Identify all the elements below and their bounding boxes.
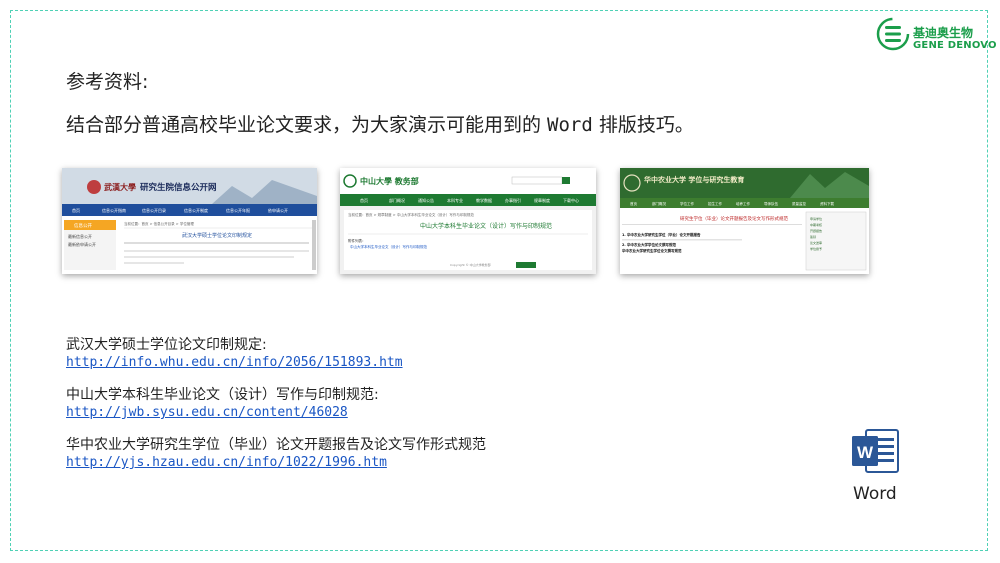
thumb2-site-name: 中山大學 教务部: [360, 176, 419, 186]
reference-title: 中山大学本科生毕业论文（设计）写作与印制规范:: [66, 387, 379, 403]
svg-text:华中农业大学研究生学位论文撰写规范: 华中农业大学研究生学位论文撰写规范: [622, 248, 682, 253]
reference-link[interactable]: http://jwb.sysu.edu.cn/content/46028: [66, 404, 486, 421]
svg-text:当前位置：首页 > 规章制度 > 中山大学本科生毕业论文（设: 当前位置：首页 > 规章制度 > 中山大学本科生毕业论文（设计）写作与印制规范: [348, 212, 474, 217]
svg-text:资料下载: 资料下载: [820, 201, 834, 206]
thumb3-doc-title: 研究生学位（毕业）论文开题报告及论文写作形式规范: [680, 215, 788, 222]
thumbnail-hzau: 华中农业大学 学位与研究生教育 首页 部门概况 学位工作 招生工作 培养工作 导师队伍 …: [620, 168, 869, 274]
sysu-menu-item: 规章制度: [534, 197, 550, 203]
svg-text:Copyright © 中山大学教务部: Copyright © 中山大学教务部: [450, 262, 491, 267]
svg-text:开题报告: 开题报告: [810, 228, 822, 233]
intro-text: 结合部分普通高校毕业论文要求，为大家演示可能用到的 Word 排版技巧。: [66, 110, 694, 137]
svg-text:信息公开制度: 信息公开制度: [184, 207, 208, 213]
sysu-menu-item: 首页: [360, 197, 368, 203]
reference-title: 华中农业大学研究生学位（毕业）论文开题报告及论文写作形式规范: [66, 437, 486, 453]
logo-chinese-name: 基迪奥生物: [913, 26, 974, 40]
thumb1-site-name: 研究生院信息公开网: [140, 182, 217, 193]
svg-text:信息公开年报: 信息公开年报: [226, 207, 250, 213]
thumb2-doc-title: 中山大学本科生毕业论文（设计）写作与印制规范: [420, 222, 552, 230]
svg-text:招生工作: 招生工作: [708, 201, 722, 206]
sysu-menu-item: 教学数据: [476, 197, 492, 203]
reference-item: 武汉大学硕士学位论文印制规定: http://info.whu.edu.cn/i…: [66, 336, 486, 371]
word-label: Word: [853, 484, 897, 504]
svg-text:信息公开: 信息公开: [74, 222, 92, 229]
sysu-menu-item: 通知公告: [418, 197, 434, 203]
intro-text-before: 结合部分普通高校毕业论文要求，为大家演示可能用到的: [66, 114, 548, 136]
svg-text:首页: 首页: [72, 207, 80, 213]
thumb3-site-name: 华中农业大学 学位与研究生教育: [644, 175, 744, 184]
svg-text:学位授予: 学位授予: [810, 246, 822, 251]
svg-text:质量监控: 质量监控: [792, 201, 806, 206]
svg-text:当前位置：首页 > 信息公开目录 > 学位管理: 当前位置：首页 > 信息公开目录 > 学位管理: [124, 221, 194, 226]
svg-text:最新依申请公开: 最新依申请公开: [68, 241, 96, 247]
word-icon-letter: W: [857, 443, 874, 462]
svg-text:学位工作: 学位工作: [680, 201, 694, 206]
sysu-menu-item: 部门概况: [389, 197, 405, 203]
svg-text:论文送审: 论文送审: [810, 240, 822, 245]
logo-english-name: GENE DENOVO: [913, 40, 997, 51]
sysu-menu-item: 下载中心: [563, 197, 579, 203]
svg-text:中山大学本科生毕业论文（设计）写作与印制规范: 中山大学本科生毕业论文（设计）写作与印制规范: [350, 244, 427, 249]
whu-logo-text: 武漢大學: [104, 182, 136, 192]
intro-text-after: 排版技巧。: [592, 114, 694, 136]
gene-denovo-logo-icon: [876, 17, 910, 51]
svg-text:1. 华中农业大学研究生学位（毕业）论文开题报告: 1. 华中农业大学研究生学位（毕业）论文开题报告: [622, 232, 701, 237]
thumbnail-sysu: 中山大學 教务部 首页 部门概况 通知公告 本科专业 教学数据 办事指引 规章制度 下载中心 …: [340, 168, 596, 274]
reference-link[interactable]: http://info.whu.edu.cn/info/2056/151893.…: [66, 354, 486, 371]
sysu-menu-item: 本科专业: [447, 197, 463, 203]
thumbnail-whu: 武漢大學 研究生院信息公开网 首页 信息公开指南 信息公开目录 信息公开制度 信息公开…: [62, 168, 317, 274]
svg-text:申请学位: 申请学位: [810, 216, 822, 221]
sysu-menu-item: 办事指引: [505, 197, 521, 203]
svg-text:中期考核: 中期考核: [810, 222, 822, 227]
svg-text:信息公开指南: 信息公开指南: [102, 207, 126, 213]
svg-text:附件列表：: 附件列表：: [348, 238, 366, 243]
word-icon: W: [852, 429, 899, 473]
svg-text:依申请公开: 依申请公开: [268, 207, 288, 213]
svg-text:部门概况: 部门概况: [652, 201, 666, 206]
svg-text:2. 华中农业大学学位论文撰写规范: 2. 华中农业大学学位论文撰写规范: [622, 242, 676, 247]
svg-text:导师队伍: 导师队伍: [764, 201, 778, 206]
reference-link[interactable]: http://yjs.hzau.edu.cn/info/1022/1996.ht…: [66, 454, 486, 471]
brand-logo: 基迪奥生物 GENE DENOVO: [876, 16, 997, 56]
intro-text-word: Word: [547, 114, 593, 136]
thumb1-doc-title: 武汉大学硕士学位论文印制规定: [182, 232, 252, 239]
section-heading: 参考资料:: [66, 71, 149, 93]
svg-text:首页: 首页: [630, 201, 638, 206]
svg-text:答辩: 答辩: [810, 234, 816, 239]
svg-text:最新信息公开: 最新信息公开: [68, 233, 92, 239]
svg-text:培养工作: 培养工作: [736, 201, 750, 206]
reference-list: 武汉大学硕士学位论文印制规定: http://info.whu.edu.cn/i…: [66, 336, 486, 486]
reference-title: 武汉大学硕士学位论文印制规定:: [66, 337, 267, 353]
svg-text:信息公开目录: 信息公开目录: [142, 207, 166, 213]
reference-item: 华中农业大学研究生学位（毕业）论文开题报告及论文写作形式规范 http://yj…: [66, 436, 486, 471]
reference-item: 中山大学本科生毕业论文（设计）写作与印制规范: http://jwb.sysu.…: [66, 386, 486, 421]
